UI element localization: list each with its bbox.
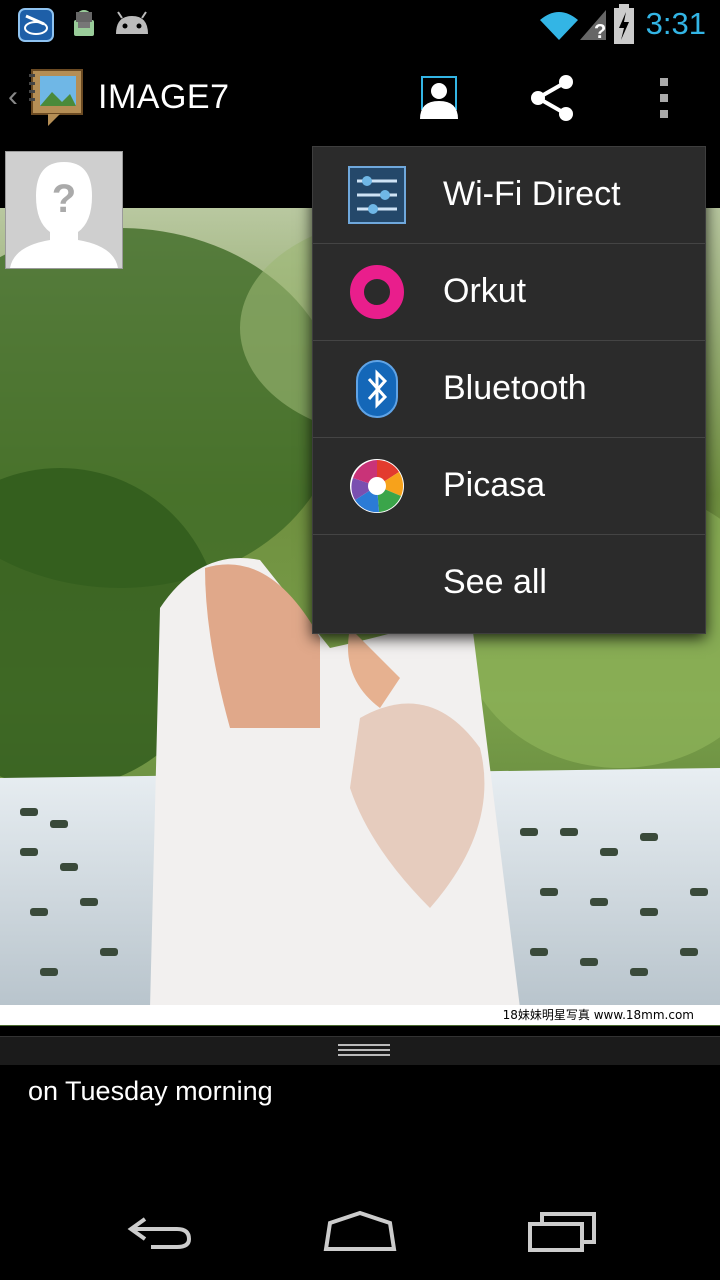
picasa-icon [347, 456, 407, 516]
share-item-label: Picasa [443, 466, 546, 504]
details-drawer-handle[interactable] [0, 1036, 720, 1065]
status-bar: ? 3:31 [0, 0, 720, 50]
share-icon[interactable] [522, 68, 582, 128]
bluetooth-icon [347, 359, 407, 419]
overflow-menu-icon[interactable] [634, 68, 694, 128]
page-title: IMAGE7 [98, 78, 230, 116]
android-debug-icon [66, 8, 102, 42]
home-icon[interactable] [310, 1206, 410, 1256]
no-signal-icon: ? [578, 8, 608, 43]
share-bluetooth[interactable]: Bluetooth [313, 341, 705, 438]
battery-charging-icon [612, 4, 636, 44]
up-caret-icon[interactable]: ‹ [8, 80, 18, 114]
contact-thumbnail[interactable]: ? [5, 151, 123, 269]
gallery-app-icon[interactable] [26, 64, 86, 128]
share-item-label: See all [443, 563, 547, 601]
share-picasa[interactable]: Picasa [313, 438, 705, 535]
navigation-bar [0, 1184, 720, 1280]
share-item-label: Orkut [443, 272, 527, 310]
orkut-icon [347, 262, 407, 322]
svg-text:?: ? [594, 21, 606, 42]
share-item-label: Bluetooth [443, 369, 587, 407]
photo-caption: on Tuesday morning [28, 1076, 273, 1106]
share-menu: Wi-Fi Direct Orkut Bluetooth Picasa See … [312, 146, 706, 634]
share-wifi-direct[interactable]: Wi-Fi Direct [313, 147, 705, 244]
wifi-direct-icon [347, 165, 407, 225]
action-bar: ‹ IMAGE7 [0, 50, 720, 146]
share-item-label: Wi-Fi Direct [443, 175, 621, 213]
recent-apps-icon[interactable] [512, 1206, 612, 1256]
contact-icon[interactable] [410, 68, 470, 128]
wifi-icon [538, 8, 580, 42]
android-robot-icon [112, 8, 148, 42]
clock: 3:31 [645, 6, 706, 41]
share-orkut[interactable]: Orkut [313, 244, 705, 341]
back-icon[interactable] [110, 1206, 210, 1256]
photo-watermark: 18妹妹明星写真 www.18mm.com [0, 1005, 720, 1025]
share-see-all[interactable]: See all [313, 535, 705, 632]
svg-text:?: ? [52, 177, 76, 221]
intel-app-icon [18, 8, 54, 42]
